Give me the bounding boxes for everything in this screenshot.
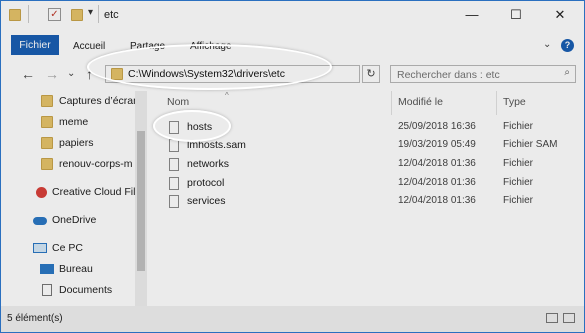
search-input[interactable] xyxy=(395,67,559,83)
file-modified: 12/04/2018 01:36 xyxy=(398,195,476,206)
pc-icon xyxy=(33,243,47,253)
column-header-type[interactable]: Type xyxy=(503,96,526,108)
file-type: Fichier xyxy=(503,158,534,169)
title-bar: ✓ ▾ etc — ☐ ✕ xyxy=(1,1,584,31)
file-icon xyxy=(169,121,179,134)
separator xyxy=(28,5,29,23)
sidebar-scrollbar-thumb[interactable] xyxy=(137,131,145,271)
file-modified: 25/09/2018 16:36 xyxy=(398,121,476,132)
sidebar-item-label: papiers xyxy=(59,137,94,149)
file-type: Fichier xyxy=(503,195,534,206)
sidebar-item-creative-cloud[interactable]: Creative Cloud Fil xyxy=(1,182,135,202)
search-icon[interactable]: ⌕ xyxy=(564,67,570,78)
sidebar-item-label: Ce PC xyxy=(52,242,83,254)
navigation-pane: Captures d’écran meme papiers renouv-cor… xyxy=(1,91,135,306)
file-name: networks xyxy=(187,158,230,170)
file-name: services xyxy=(187,195,226,207)
file-modified: 12/04/2018 01:36 xyxy=(398,158,476,169)
file-row[interactable]: networks 12/04/2018 01:36 Fichier xyxy=(147,156,584,174)
file-name: lmhosts.sam xyxy=(187,139,246,151)
file-modified: 12/04/2018 01:36 xyxy=(398,177,476,188)
status-bar: 5 élément(s) xyxy=(1,306,584,332)
column-separator[interactable] xyxy=(496,91,497,115)
folder-icon xyxy=(111,68,123,80)
sidebar-item-bureau[interactable]: Bureau xyxy=(1,259,135,279)
desktop-icon xyxy=(40,264,54,274)
address-bar[interactable]: C:\Windows\System32\drivers\etc ⌄ xyxy=(105,65,450,83)
window-title: etc xyxy=(104,9,119,21)
column-header-name[interactable]: Nom xyxy=(167,96,189,108)
recent-locations-icon[interactable]: ⌄ xyxy=(67,68,75,79)
file-row[interactable]: hosts 25/09/2018 16:36 Fichier xyxy=(147,119,584,137)
sidebar-item-label: Creative Cloud Fil xyxy=(52,186,135,198)
ribbon-tabs: Fichier Accueil Partage Affichage ⌄ ? xyxy=(1,31,584,58)
file-icon xyxy=(169,195,179,208)
sidebar-item-label: OneDrive xyxy=(52,214,97,226)
properties-check-icon[interactable]: ✓ xyxy=(48,8,61,21)
creative-cloud-icon xyxy=(36,187,47,198)
file-type: Fichier xyxy=(503,177,534,188)
sidebar-item-ce-pc[interactable]: Ce PC xyxy=(1,238,135,258)
item-count: 5 élément(s) xyxy=(7,313,63,324)
file-type: Fichier SAM xyxy=(503,139,558,150)
search-box[interactable]: ⌕ xyxy=(390,65,576,83)
sidebar-item-papiers[interactable]: papiers xyxy=(1,133,135,153)
file-row[interactable]: protocol 12/04/2018 01:36 Fichier xyxy=(147,175,584,193)
folder-icon xyxy=(41,95,53,107)
separator xyxy=(98,5,99,23)
documents-icon xyxy=(42,284,52,296)
up-arrow-icon[interactable]: ↑ xyxy=(86,66,93,82)
sidebar-item-renouv[interactable]: renouv-corps-m xyxy=(1,154,135,174)
maximize-button[interactable]: ☐ xyxy=(506,5,526,25)
column-header-modified[interactable]: Modifié le xyxy=(398,96,443,108)
folder-icon xyxy=(41,158,53,170)
sidebar-item-label: meme xyxy=(59,116,89,128)
sidebar-item-captures[interactable]: Captures d’écran xyxy=(1,91,135,111)
folder-icon xyxy=(41,116,53,128)
minimize-button[interactable]: — xyxy=(462,5,482,25)
close-button[interactable]: ✕ xyxy=(550,5,570,25)
tab-partage[interactable]: Partage xyxy=(130,41,165,52)
new-folder-icon[interactable] xyxy=(71,9,83,21)
file-icon xyxy=(169,177,179,190)
sidebar-item-label: renouv-corps-m xyxy=(59,158,133,170)
sidebar-item-label: Documents xyxy=(59,284,113,296)
folder-icon xyxy=(9,9,21,21)
sidebar-item-meme[interactable]: meme xyxy=(1,112,135,132)
sidebar-item-documents[interactable]: Documents xyxy=(1,280,135,300)
navigation-bar: ← → ⌄ ↑ C:\Windows\System32\drivers\etc … xyxy=(1,57,584,91)
sidebar-item-onedrive[interactable]: OneDrive xyxy=(1,210,135,230)
tab-fichier[interactable]: Fichier xyxy=(11,35,59,55)
collapse-ribbon-icon[interactable]: ⌄ xyxy=(543,39,551,50)
file-name: hosts xyxy=(187,121,213,133)
sidebar-scrollbar[interactable] xyxy=(135,91,147,306)
back-arrow-icon[interactable]: ← xyxy=(21,66,35,82)
sidebar-item-label: Captures d’écran xyxy=(59,95,135,107)
quick-access-dropdown-icon[interactable]: ▾ xyxy=(88,7,93,18)
file-name: protocol xyxy=(187,177,225,189)
help-icon[interactable]: ? xyxy=(561,39,574,52)
file-icon xyxy=(169,139,179,152)
large-icons-view-icon[interactable] xyxy=(563,313,575,323)
column-separator[interactable] xyxy=(391,91,392,115)
sort-arrow-icon: ^ xyxy=(225,91,229,100)
sidebar-item-label: Bureau xyxy=(59,263,93,275)
file-type: Fichier xyxy=(503,121,534,132)
file-icon xyxy=(169,158,179,171)
refresh-button[interactable]: ↻ xyxy=(362,65,380,83)
file-list: Nom ^ Modifié le Type hosts 25/09/2018 1… xyxy=(147,91,584,306)
file-row[interactable]: lmhosts.sam 19/03/2019 05:49 Fichier SAM xyxy=(147,137,584,155)
details-view-icon[interactable] xyxy=(546,313,558,323)
file-modified: 19/03/2019 05:49 xyxy=(398,139,476,150)
forward-arrow-icon[interactable]: → xyxy=(45,66,59,82)
onedrive-icon xyxy=(33,217,47,225)
file-row[interactable]: services 12/04/2018 01:36 Fichier xyxy=(147,193,584,211)
folder-icon xyxy=(41,137,53,149)
address-path[interactable]: C:\Windows\System32\drivers\etc xyxy=(128,68,285,80)
explorer-window: ✓ ▾ etc — ☐ ✕ Fichier Accueil Partage Af… xyxy=(0,0,585,333)
tab-affichage[interactable]: Affichage xyxy=(190,41,232,52)
tab-accueil[interactable]: Accueil xyxy=(73,41,105,52)
